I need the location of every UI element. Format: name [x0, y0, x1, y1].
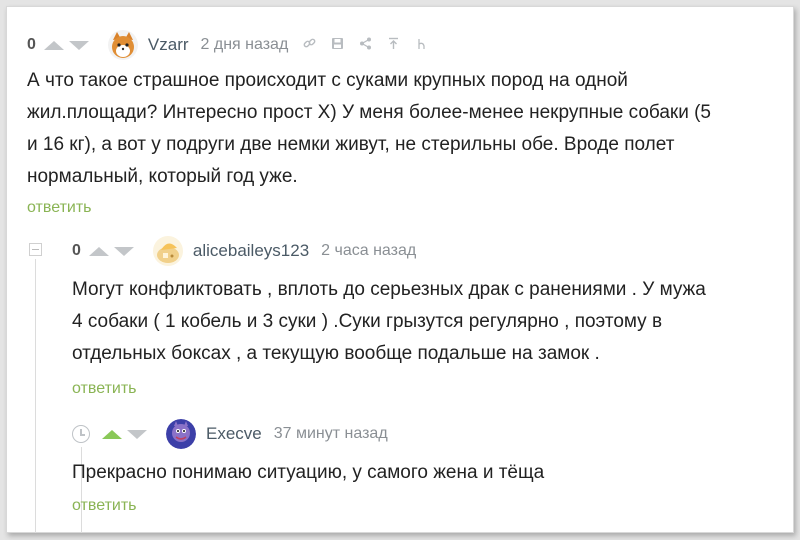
downvote-icon[interactable]	[127, 429, 147, 439]
avatar[interactable]	[107, 30, 138, 60]
comment-time[interactable]: 2 дня назад	[201, 36, 289, 54]
comment-time[interactable]: 2 часа назад	[321, 242, 416, 260]
avatar[interactable]	[166, 419, 196, 449]
text-line: А что такое страшное происходит с суками…	[27, 70, 628, 91]
text-line: и 16 кг), а вот у подруги две немки живу…	[27, 134, 675, 155]
comment-header: 0 alicebaileys123 2 часа назад	[72, 236, 430, 266]
text-line: Могут конфликтовать , вплоть до серьезны…	[72, 279, 706, 300]
upvote-icon[interactable]	[43, 40, 64, 50]
text-line: жил.площади? Интересно прост Х) У меня б…	[27, 102, 711, 123]
reply-button[interactable]: ответить	[72, 497, 137, 515]
comment-rating: 0	[72, 242, 81, 259]
link-icon[interactable]	[302, 37, 316, 53]
scroll-top-icon[interactable]	[386, 37, 400, 53]
collapse-thread-button[interactable]	[29, 243, 42, 256]
avatar[interactable]	[152, 236, 183, 266]
author-name[interactable]: Execve	[206, 424, 262, 444]
save-icon[interactable]	[330, 37, 344, 53]
reply-button[interactable]: ответить	[27, 199, 92, 217]
reply-button[interactable]: ответить	[72, 380, 137, 398]
thread-line	[35, 259, 36, 533]
author-name[interactable]: alicebaileys123	[193, 241, 309, 261]
text-line: Прекрасно понимаю ситуацию, у самого жен…	[72, 462, 545, 483]
share-icon[interactable]	[358, 37, 372, 53]
new-comment-clock-icon	[72, 425, 90, 443]
comment-header: 0 Vzarr 2 дня назад	[27, 30, 442, 60]
comment-time[interactable]: 37 минут назад	[274, 425, 388, 443]
comments-panel: 0 Vzarr 2 дня назад А что такое страшное…	[6, 6, 794, 533]
ignore-icon[interactable]	[414, 37, 428, 53]
downvote-icon[interactable]	[113, 246, 134, 256]
comment-text: А что такое страшное происходит с суками…	[27, 65, 711, 193]
text-line: нормальный, который год уже.	[27, 166, 298, 187]
downvote-icon[interactable]	[68, 40, 89, 50]
author-name[interactable]: Vzarr	[148, 35, 189, 55]
text-line: 4 собаки ( 1 кобель и 3 суки ) .Суки гры…	[72, 311, 663, 332]
upvote-icon[interactable]	[88, 246, 109, 256]
comment-text: Могут конфликтовать , вплоть до серьезны…	[72, 274, 706, 370]
text-line: отдельных боксах , а текущую вообще пода…	[72, 343, 600, 364]
comment-rating: 0	[27, 36, 36, 53]
comment-header: Execve 37 минут назад	[72, 419, 402, 449]
comment-text: Прекрасно понимаю ситуацию, у самого жен…	[72, 457, 544, 489]
upvote-icon[interactable]	[102, 429, 122, 439]
